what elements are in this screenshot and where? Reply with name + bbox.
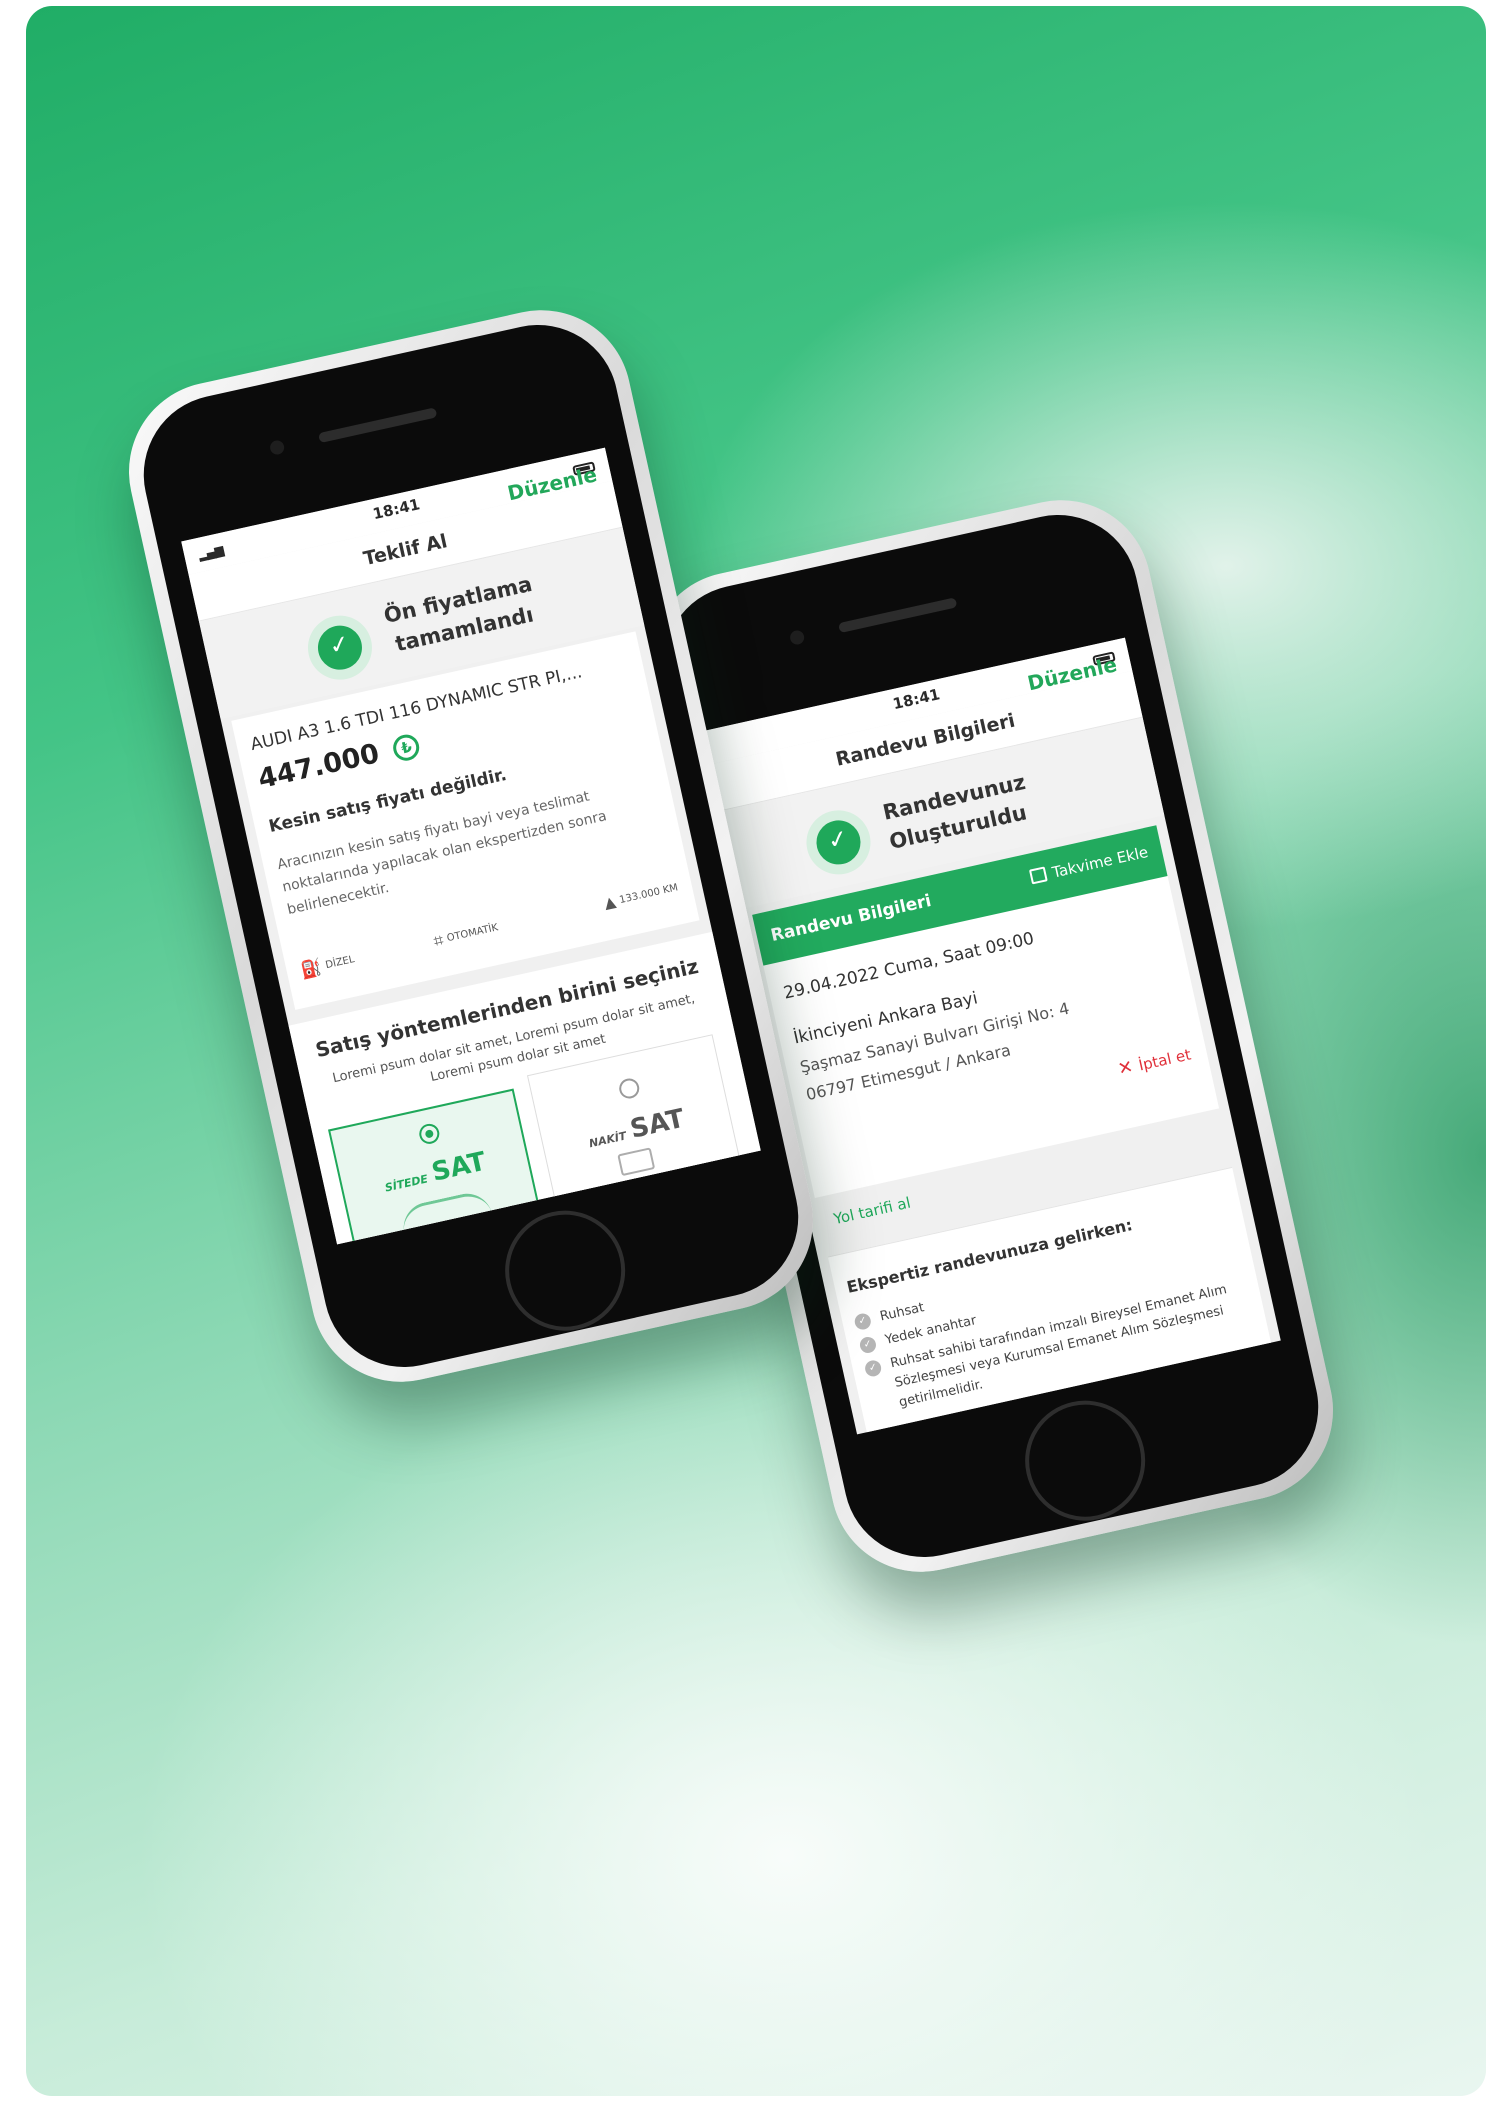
phone-left: ▂▄▆ 18:41 Teklif Al Düzenle ✓ Ön fiyatla… (111, 292, 831, 1400)
fuel-label: DİZEL (324, 954, 356, 972)
cancel-label: İptal et (1136, 1045, 1193, 1075)
calendar-icon (1029, 866, 1049, 885)
spec-gear: ⌗OTOMATİK (432, 918, 501, 952)
gear-shift-icon: ⌗ (431, 930, 446, 953)
km-label: 133.000 KM (618, 882, 680, 906)
road-icon: ▲ (602, 892, 618, 913)
option-site-small: SİTEDE (383, 1172, 430, 1195)
success-title: Ön fiyatlama tamamlandı (381, 569, 541, 660)
success-check-icon: ✓ (301, 609, 379, 686)
phone-right-screen: 18:41 Randevu Bilgileri Düzenle ✓ Randev… (701, 637, 1281, 1435)
gear-label: OTOMATİK (445, 922, 500, 945)
spec-km: ▲133.000 KM (602, 878, 679, 912)
add-calendar-label: Takvime Ekle (1050, 842, 1150, 882)
success-title: Randevunuz Oluşturuldu (880, 767, 1035, 857)
cancel-button[interactable]: ✕ İptal et (1116, 1043, 1193, 1080)
option-site-big: SAT (428, 1146, 489, 1188)
add-calendar-button[interactable]: Takvime Ekle (1029, 843, 1150, 886)
option-site-label: SİTEDE SAT (341, 1138, 529, 1208)
check-circle-icon: ✓ (853, 1311, 873, 1332)
phone-left-screen: ▂▄▆ 18:41 Teklif Al Düzenle ✓ Ön fiyatla… (181, 447, 761, 1245)
radio-unselected[interactable] (617, 1076, 642, 1101)
section-title: Randevu Bilgileri (769, 891, 934, 946)
lira-icon: ₺ (391, 732, 423, 764)
background-card: 18:41 Randevu Bilgileri Düzenle ✓ Randev… (26, 6, 1486, 2096)
check-circle-icon: ✓ (858, 1335, 878, 1355)
option-cash-big: SAT (627, 1103, 688, 1145)
option-cash-small: NAKİT (587, 1129, 628, 1151)
fuel-pump-icon: ⛽ (299, 957, 325, 982)
directions-link[interactable]: Yol tarifi al (832, 1194, 912, 1229)
checklist-item: Ruhsat (878, 1300, 926, 1325)
success-check-icon: ✓ (800, 804, 877, 881)
spec-fuel: ⛽DİZEL (299, 950, 357, 981)
radio-selected[interactable] (417, 1121, 442, 1146)
cash-stack-icon (617, 1147, 656, 1177)
check-circle-icon: ✓ (863, 1358, 883, 1378)
close-icon: ✕ (1115, 1056, 1136, 1081)
